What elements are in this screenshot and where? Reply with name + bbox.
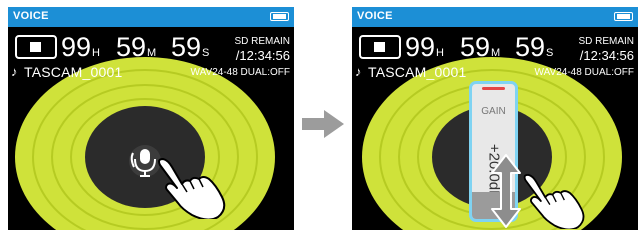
sd-remain-label: SD REMAIN bbox=[578, 36, 634, 47]
screen-title: VOICE bbox=[13, 10, 49, 22]
file-name: TASCAM_0001 bbox=[24, 64, 123, 80]
vertical-drag-arrow-icon bbox=[491, 154, 521, 228]
recorder-screen-left: VOICE 99H 59M 59S SD REMAIN /12:34:56 ♪ … bbox=[8, 7, 294, 230]
recorder-screen-right: VOICE 99H 59M 59S SD REMAIN /12:34:56 ♪ … bbox=[352, 7, 638, 230]
pointing-hand-icon bbox=[523, 173, 585, 229]
screen-title: VOICE bbox=[357, 10, 393, 22]
stop-icon bbox=[359, 35, 401, 59]
music-note-icon: ♪ bbox=[11, 64, 18, 79]
title-bar: VOICE bbox=[352, 7, 638, 27]
battery-icon bbox=[614, 12, 633, 21]
file-format: WAV24-48 DUAL:OFF bbox=[190, 67, 290, 78]
time-seconds: 59S bbox=[515, 32, 554, 62]
gain-label: GAIN bbox=[481, 106, 506, 117]
music-note-icon: ♪ bbox=[355, 64, 362, 79]
file-format: WAV24-48 DUAL:OFF bbox=[534, 67, 634, 78]
time-hours: 99H bbox=[61, 32, 100, 62]
sd-remain-time: /12:34:56 bbox=[235, 48, 290, 63]
time-hours: 99H bbox=[405, 32, 444, 62]
time-minutes: 59M bbox=[116, 32, 157, 62]
gain-indicator-bar bbox=[482, 87, 505, 90]
right-arrow-icon bbox=[302, 110, 344, 138]
time-minutes: 59M bbox=[460, 32, 501, 62]
file-name: TASCAM_0001 bbox=[368, 64, 467, 80]
pointing-hand-icon bbox=[158, 158, 226, 219]
title-bar: VOICE bbox=[8, 7, 294, 27]
battery-icon bbox=[270, 12, 289, 21]
time-seconds: 59S bbox=[171, 32, 210, 62]
stop-icon bbox=[15, 35, 57, 59]
sd-remain-time: /12:34:56 bbox=[579, 48, 634, 63]
sd-remain-label: SD REMAIN bbox=[234, 36, 290, 47]
